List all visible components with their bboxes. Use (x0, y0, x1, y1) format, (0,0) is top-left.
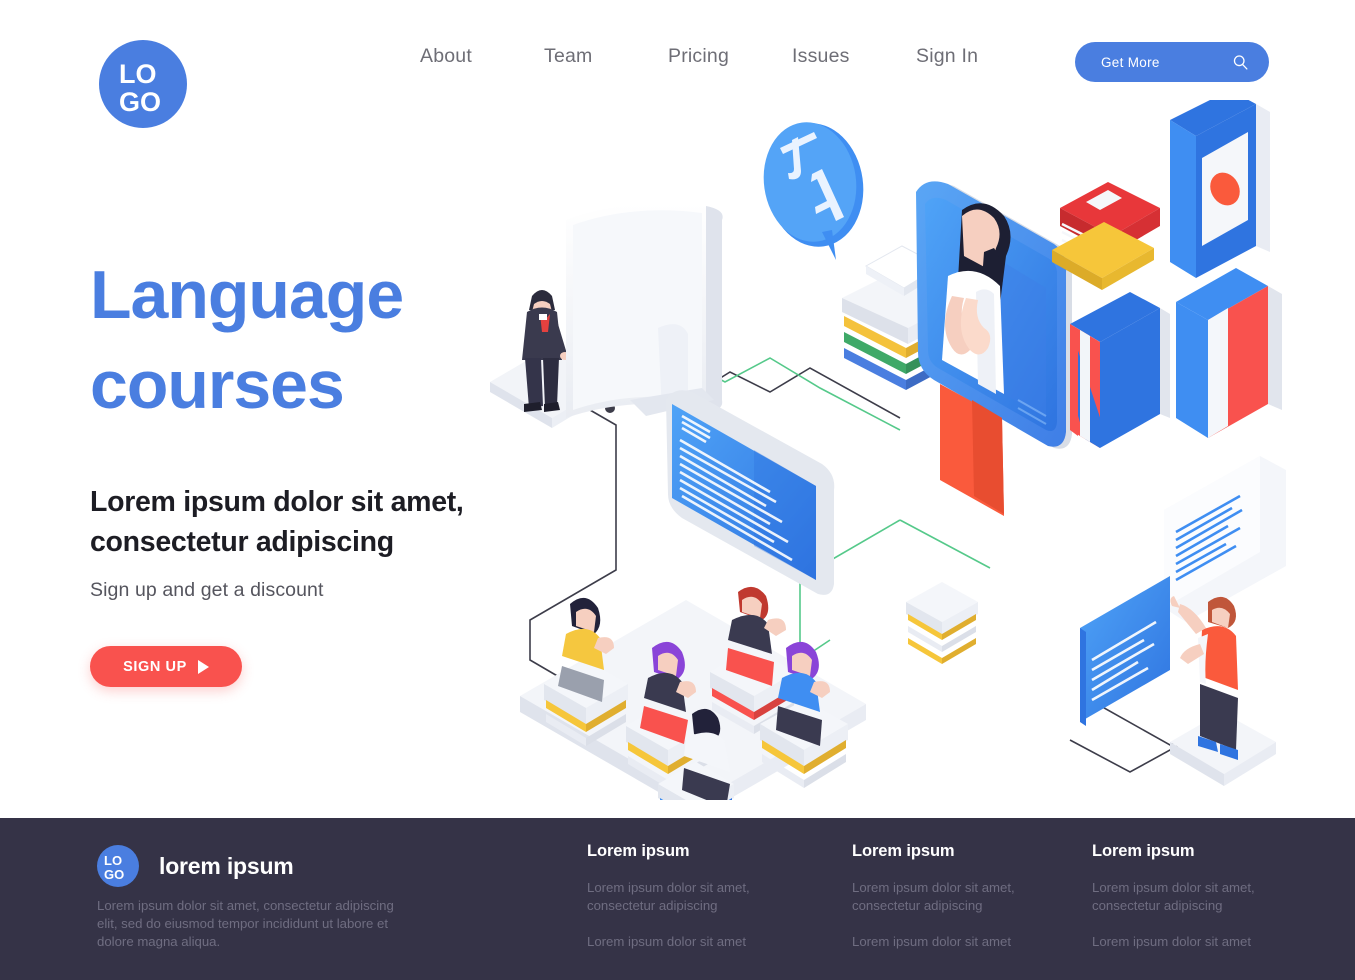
hero-note: Sign up and get a discount (90, 579, 324, 601)
france-flag-book (1176, 268, 1282, 438)
blue-text-card (1080, 576, 1170, 726)
page-title: Language courses (90, 250, 520, 430)
site-footer: LO GO lorem ipsum Lorem ipsum dolor sit … (0, 818, 1355, 980)
footer-link[interactable]: Lorem ipsum dolor sit amet, consectetur … (852, 879, 1052, 915)
footer-link[interactable]: Lorem ipsum dolor sit amet, consectetur … (1092, 879, 1292, 915)
footer-description: Lorem ipsum dolor sit amet, consectetur … (97, 898, 394, 949)
footer-brand-name: lorem ipsum (159, 852, 294, 879)
nav-item-pricing[interactable]: Pricing (668, 45, 792, 68)
footer-logo-text-top: LO (104, 853, 122, 868)
hero-title-line-2: courses (90, 347, 345, 423)
sign-up-label: SIGN UP (123, 658, 187, 675)
blue-text-screen (666, 390, 835, 595)
students-on-books-platform (520, 586, 866, 800)
get-more-label: Get More (1101, 54, 1160, 70)
footer-link[interactable]: Lorem ipsum dolor sit amet, consectetur … (587, 879, 787, 915)
footer-link[interactable]: Lorem ipsum dolor sit amet (1092, 933, 1292, 951)
footer-column-2: Lorem ipsum Lorem ipsum dolor sit amet, … (852, 842, 1092, 951)
white-text-card (1164, 456, 1286, 622)
hero-title-line-1: Language (90, 257, 404, 333)
logo-text-bottom: GO (119, 87, 161, 117)
site-logo[interactable]: LO GO (97, 38, 189, 130)
footer-logo-text-bottom: GO (104, 867, 124, 882)
landing-page: LO GO About Team Pricing Issues Sign In … (0, 0, 1355, 980)
footer-brand[interactable]: LO GO lorem ipsum (97, 845, 294, 887)
get-more-button[interactable]: Get More (1075, 42, 1269, 82)
logo-icon: LO GO (99, 40, 187, 128)
footer-column-1: Lorem ipsum Lorem ipsum dolor sit amet, … (587, 842, 827, 951)
main-navigation: About Team Pricing Issues Sign In (420, 45, 1026, 68)
nav-item-about[interactable]: About (420, 45, 544, 68)
japanese-flag-book (1170, 100, 1270, 278)
search-icon (1233, 54, 1248, 70)
hero-illustration (470, 100, 1310, 800)
nav-item-issues[interactable]: Issues (792, 45, 916, 68)
footer-logo-icon: LO GO (97, 845, 139, 887)
footer-column-title: Lorem ipsum (1092, 842, 1195, 860)
footer-link[interactable]: Lorem ipsum dolor sit amet (587, 933, 787, 951)
isometric-scene (490, 100, 1286, 800)
footer-link[interactable]: Lorem ipsum dolor sit amet (852, 933, 1052, 951)
pointing-person-figure (1170, 596, 1238, 760)
hero-section: Language courses Lorem ipsum dolor sit a… (90, 250, 520, 687)
sign-up-button[interactable]: SIGN UP (90, 646, 242, 687)
paper-stack (906, 582, 978, 664)
nav-item-team[interactable]: Team (544, 45, 668, 68)
nav-item-signin[interactable]: Sign In (916, 45, 1026, 68)
speech-bubble (763, 122, 864, 260)
hero-subtitle: Lorem ipsum dolor sit amet, consectetur … (90, 486, 464, 558)
footer-column-title: Lorem ipsum (852, 842, 955, 860)
footer-column-title: Lorem ipsum (587, 842, 690, 860)
play-icon (197, 659, 209, 674)
footer-column-3: Lorem ipsum Lorem ipsum dolor sit amet, … (1092, 842, 1332, 951)
white-monitor (566, 203, 723, 418)
language-books-stack (1052, 100, 1282, 448)
